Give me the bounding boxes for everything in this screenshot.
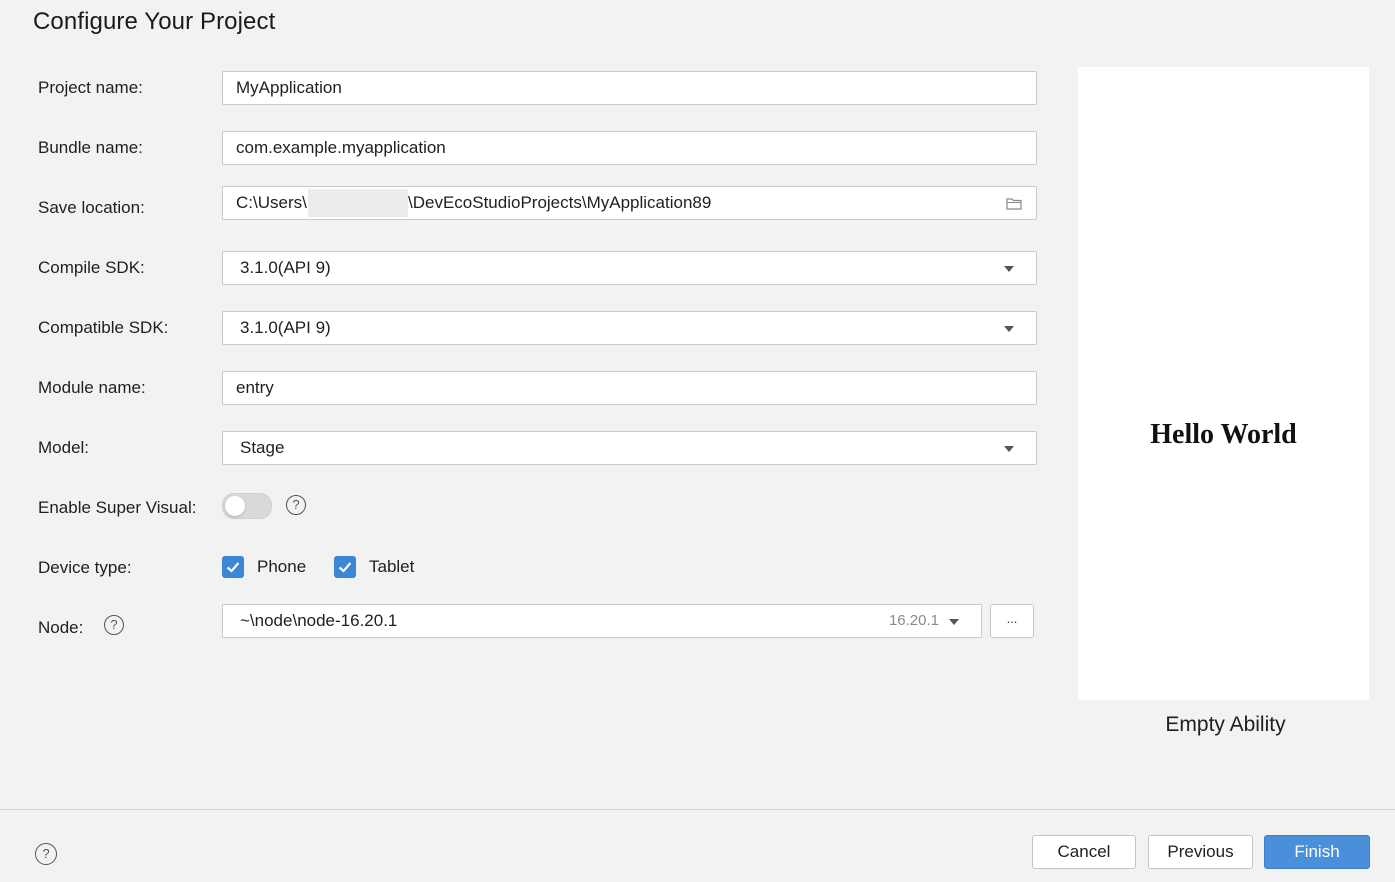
project-name-label: Project name: (38, 78, 143, 97)
footer-divider (0, 809, 1395, 810)
node-label: Node: (38, 618, 84, 637)
chevron-down-icon (949, 619, 959, 625)
module-name-value: entry (236, 378, 274, 397)
toggle-knob (225, 496, 245, 516)
tablet-checkbox[interactable] (334, 556, 356, 578)
compatible-sdk-value: 3.1.0(API 9) (240, 318, 331, 337)
checkmark-icon (338, 562, 352, 573)
project-name-value: MyApplication (236, 78, 342, 97)
compile-sdk-value: 3.1.0(API 9) (240, 258, 331, 277)
preview-hello-text: Hello World (1150, 419, 1297, 450)
model-label: Model: (38, 438, 90, 457)
project-name-input[interactable]: MyApplication (222, 71, 1037, 105)
bundle-name-value: com.example.myapplication (236, 138, 446, 157)
module-name-label: Module name: (38, 378, 146, 397)
node-path-value: ~\node\node-16.20.1 (240, 611, 398, 630)
redacted-username (308, 189, 408, 217)
save-location-label: Save location: (38, 198, 145, 217)
template-caption: Empty Ability (1165, 713, 1286, 736)
folder-icon[interactable] (1006, 197, 1022, 215)
help-icon[interactable]: ? (104, 615, 124, 635)
chevron-down-icon (1004, 326, 1014, 332)
template-preview: Hello World (1078, 67, 1369, 700)
super-visual-label: Enable Super Visual: (38, 498, 197, 517)
model-select[interactable]: Stage (222, 431, 1037, 465)
browse-node-button[interactable]: ... (990, 604, 1034, 638)
phone-checkbox[interactable] (222, 556, 244, 578)
compile-sdk-label: Compile SDK: (38, 258, 145, 277)
save-location-prefix: C:\Users\ (236, 193, 307, 212)
compile-sdk-select[interactable]: 3.1.0(API 9) (222, 251, 1037, 285)
model-value: Stage (240, 438, 285, 457)
page-title: Configure Your Project (33, 8, 276, 35)
node-path-select[interactable]: ~\node\node-16.20.1 16.20.1 (222, 604, 982, 638)
compatible-sdk-label: Compatible SDK: (38, 318, 169, 337)
chevron-down-icon (1004, 266, 1014, 272)
module-name-input[interactable]: entry (222, 371, 1037, 405)
previous-button[interactable]: Previous (1148, 835, 1253, 869)
tablet-label: Tablet (369, 557, 415, 576)
device-type-label: Device type: (38, 558, 132, 577)
checkmark-icon (226, 562, 240, 573)
save-location-suffix: \DevEcoStudioProjects\MyApplication89 (408, 193, 712, 212)
super-visual-toggle[interactable] (222, 493, 272, 519)
bundle-name-input[interactable]: com.example.myapplication (222, 131, 1037, 165)
bundle-name-label: Bundle name: (38, 138, 143, 157)
finish-button[interactable]: Finish (1264, 835, 1370, 869)
chevron-down-icon (1004, 446, 1014, 452)
node-version: 16.20.1 (888, 612, 939, 629)
phone-label: Phone (257, 557, 307, 576)
compatible-sdk-select[interactable]: 3.1.0(API 9) (222, 311, 1037, 345)
save-location-input[interactable]: C:\Users\ \DevEcoStudioProjects\MyApplic… (222, 186, 1037, 220)
configure-project-dialog: Configure Your Project Project name: MyA… (0, 0, 1395, 882)
cancel-button[interactable]: Cancel (1032, 835, 1136, 869)
help-icon[interactable]: ? (286, 495, 306, 515)
help-icon[interactable]: ? (35, 843, 57, 865)
